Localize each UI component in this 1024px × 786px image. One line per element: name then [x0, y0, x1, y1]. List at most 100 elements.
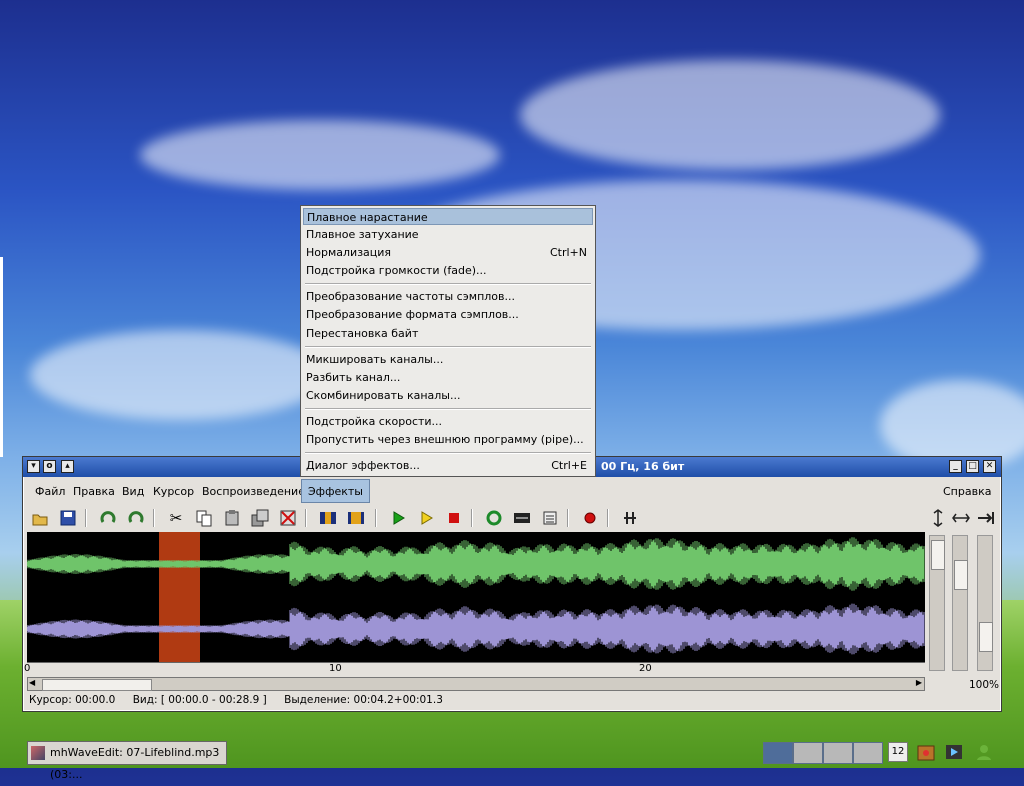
menu-item-label: Перестановка байт	[306, 327, 419, 340]
horizontal-scrollbar[interactable]: ◀ ▶	[27, 677, 925, 691]
save-icon[interactable]	[59, 509, 77, 527]
position-cursor-icon[interactable]	[621, 509, 639, 527]
loop-icon[interactable]	[485, 509, 503, 527]
menu-item-pipe[interactable]: Пропустить через внешнюю программу (pipe…	[303, 431, 593, 448]
vertical-zoom-slider[interactable]	[929, 535, 945, 671]
menu-item-combine-channels[interactable]: Скомбинировать каналы...	[303, 387, 593, 404]
menu-item-speed-adjust[interactable]: Подстройка скорости...	[303, 413, 593, 430]
paste-icon[interactable]	[223, 509, 241, 527]
paste-mix-icon[interactable]	[251, 509, 269, 527]
effects-dialog-icon[interactable]	[541, 509, 559, 527]
menu-item-label: Подстройка громкости (fade)...	[306, 264, 487, 277]
menu-item-label: Микшировать каналы...	[306, 353, 444, 366]
slider-thumb[interactable]	[954, 560, 968, 590]
zoom-percent: 100%	[969, 679, 1000, 691]
menu-item-label: Подстройка скорости...	[306, 415, 443, 428]
menu-item-convert-sampleformat[interactable]: Преобразование формата сэмплов...	[303, 306, 593, 323]
waveform-canvas	[27, 537, 925, 655]
mhwaveedit-window: ▾ o ▴ 00 Гц, 16 бит _ □ ✕ Файл Правка Ви…	[22, 456, 1002, 712]
ruler-tick-label: 20	[639, 663, 652, 674]
ruler-tick-label: 10	[329, 663, 342, 674]
scroll-right-arrow[interactable]: ▶	[916, 678, 922, 687]
taskbar-button-mhwaveedit[interactable]: mhWaveEdit: 07-Lifeblind.mp3 (03:...	[27, 741, 227, 781]
redo-icon[interactable]	[127, 509, 145, 527]
mixer-icon[interactable]	[513, 509, 531, 527]
menu-file[interactable]: Файл	[35, 485, 65, 498]
calendar-icon[interactable]: 12	[888, 742, 908, 762]
menu-separator	[305, 283, 591, 285]
media-player-icon[interactable]	[944, 742, 964, 762]
scroll-left-arrow[interactable]: ◀	[29, 678, 35, 687]
copy-icon[interactable]	[195, 509, 213, 527]
speed-slider[interactable]	[977, 535, 993, 671]
desktop-pager-1[interactable]	[763, 742, 793, 764]
toolbar-separator	[305, 509, 307, 527]
menu-item-split-channel[interactable]: Разбить канал...	[303, 369, 593, 386]
menu-help[interactable]: Справка	[943, 485, 991, 498]
menu-item-label: Диалог эффектов...	[306, 459, 420, 472]
record-icon[interactable]	[581, 509, 599, 527]
desktop-pager-2[interactable]	[793, 742, 823, 764]
follow-cursor-icon[interactable]	[977, 509, 995, 527]
status-bar: Курсор: 00:00.0 Вид: [ 00:00.0 - 00:28.9…	[29, 694, 443, 706]
view-status: Вид: [ 00:00.0 - 00:28.9 ]	[132, 694, 267, 706]
menu-item-volume-adjust[interactable]: Подстройка громкости (fade)...	[303, 262, 593, 279]
menu-item-fade-out[interactable]: Плавное затухание	[303, 226, 593, 243]
slider-thumb[interactable]	[931, 540, 945, 570]
play-selection-icon[interactable]	[417, 509, 435, 527]
slider-thumb[interactable]	[979, 622, 993, 652]
vertical-zoom-icon[interactable]	[929, 509, 947, 527]
delete-icon[interactable]	[279, 509, 297, 527]
maximize-button[interactable]: □	[966, 460, 979, 473]
play-icon[interactable]	[389, 509, 407, 527]
waveform-view[interactable]	[27, 532, 925, 662]
scrollbar-thumb[interactable]	[42, 679, 152, 691]
menu-item-effects-dialog[interactable]: Диалог эффектов... Ctrl+E	[303, 457, 593, 474]
menu-playback[interactable]: Воспроизведение	[202, 485, 305, 498]
horizontal-zoom-icon[interactable]	[952, 509, 970, 527]
toolbar-separator	[85, 509, 87, 527]
open-icon[interactable]	[31, 509, 49, 527]
menu-edit[interactable]: Правка	[73, 485, 115, 498]
horizontal-zoom-slider[interactable]	[952, 535, 968, 671]
menu-view[interactable]: Вид	[122, 485, 144, 498]
menu-cursor[interactable]: Курсор	[153, 485, 194, 498]
menu-item-label: Преобразование формата сэмплов...	[306, 308, 519, 321]
mhwaveedit-app-icon	[31, 746, 45, 760]
menu-separator	[305, 452, 591, 454]
stop-icon[interactable]	[445, 509, 463, 527]
toolbar-separator	[607, 509, 609, 527]
zoom-selection-icon[interactable]	[347, 509, 365, 527]
desktop-pager-3[interactable]	[823, 742, 853, 764]
menu-item-label: Нормализация	[306, 246, 392, 259]
shade-button[interactable]: ▴	[61, 460, 74, 473]
cut-icon[interactable]: ✂	[167, 509, 185, 527]
minimize-button[interactable]: _	[949, 460, 962, 473]
time-ruler: 0 10 20	[24, 662, 925, 677]
menu-item-byte-swap[interactable]: Перестановка байт	[303, 325, 593, 342]
menu-bar: Файл Правка Вид Курсор Воспроизведение Э…	[23, 479, 1001, 505]
menu-item-fade-in[interactable]: Плавное нарастание	[303, 208, 593, 225]
menu-effects[interactable]: Эффекты	[301, 479, 370, 503]
crop-icon[interactable]	[319, 509, 337, 527]
menu-item-convert-samplerate[interactable]: Преобразование частоты сэмплов...	[303, 288, 593, 305]
toolbar-separator	[567, 509, 569, 527]
sticky-button[interactable]: o	[43, 460, 56, 473]
window-menu-button[interactable]: ▾	[27, 460, 40, 473]
package-manager-icon[interactable]	[916, 742, 936, 762]
menu-item-label: Плавное затухание	[306, 228, 419, 241]
desktop-pager-4[interactable]	[853, 742, 883, 764]
menu-item-mix-channels[interactable]: Микшировать каналы...	[303, 351, 593, 368]
undo-icon[interactable]	[99, 509, 117, 527]
toolbar-separator	[153, 509, 155, 527]
close-button[interactable]: ✕	[983, 460, 996, 473]
cursor-status: Курсор: 00:00.0	[29, 694, 116, 706]
window-title: 00 Гц, 16 бит	[601, 460, 685, 473]
desktop-edge-window	[0, 257, 3, 457]
toolbar-separator	[375, 509, 377, 527]
selection-status: Выделение: 00:04.2+00:01.3	[284, 694, 443, 706]
user-icon[interactable]	[974, 742, 994, 762]
ruler-tick-label: 0	[24, 663, 31, 674]
menu-item-normalize[interactable]: Нормализация Ctrl+N	[303, 244, 593, 261]
menu-item-label: Скомбинировать каналы...	[306, 389, 461, 402]
